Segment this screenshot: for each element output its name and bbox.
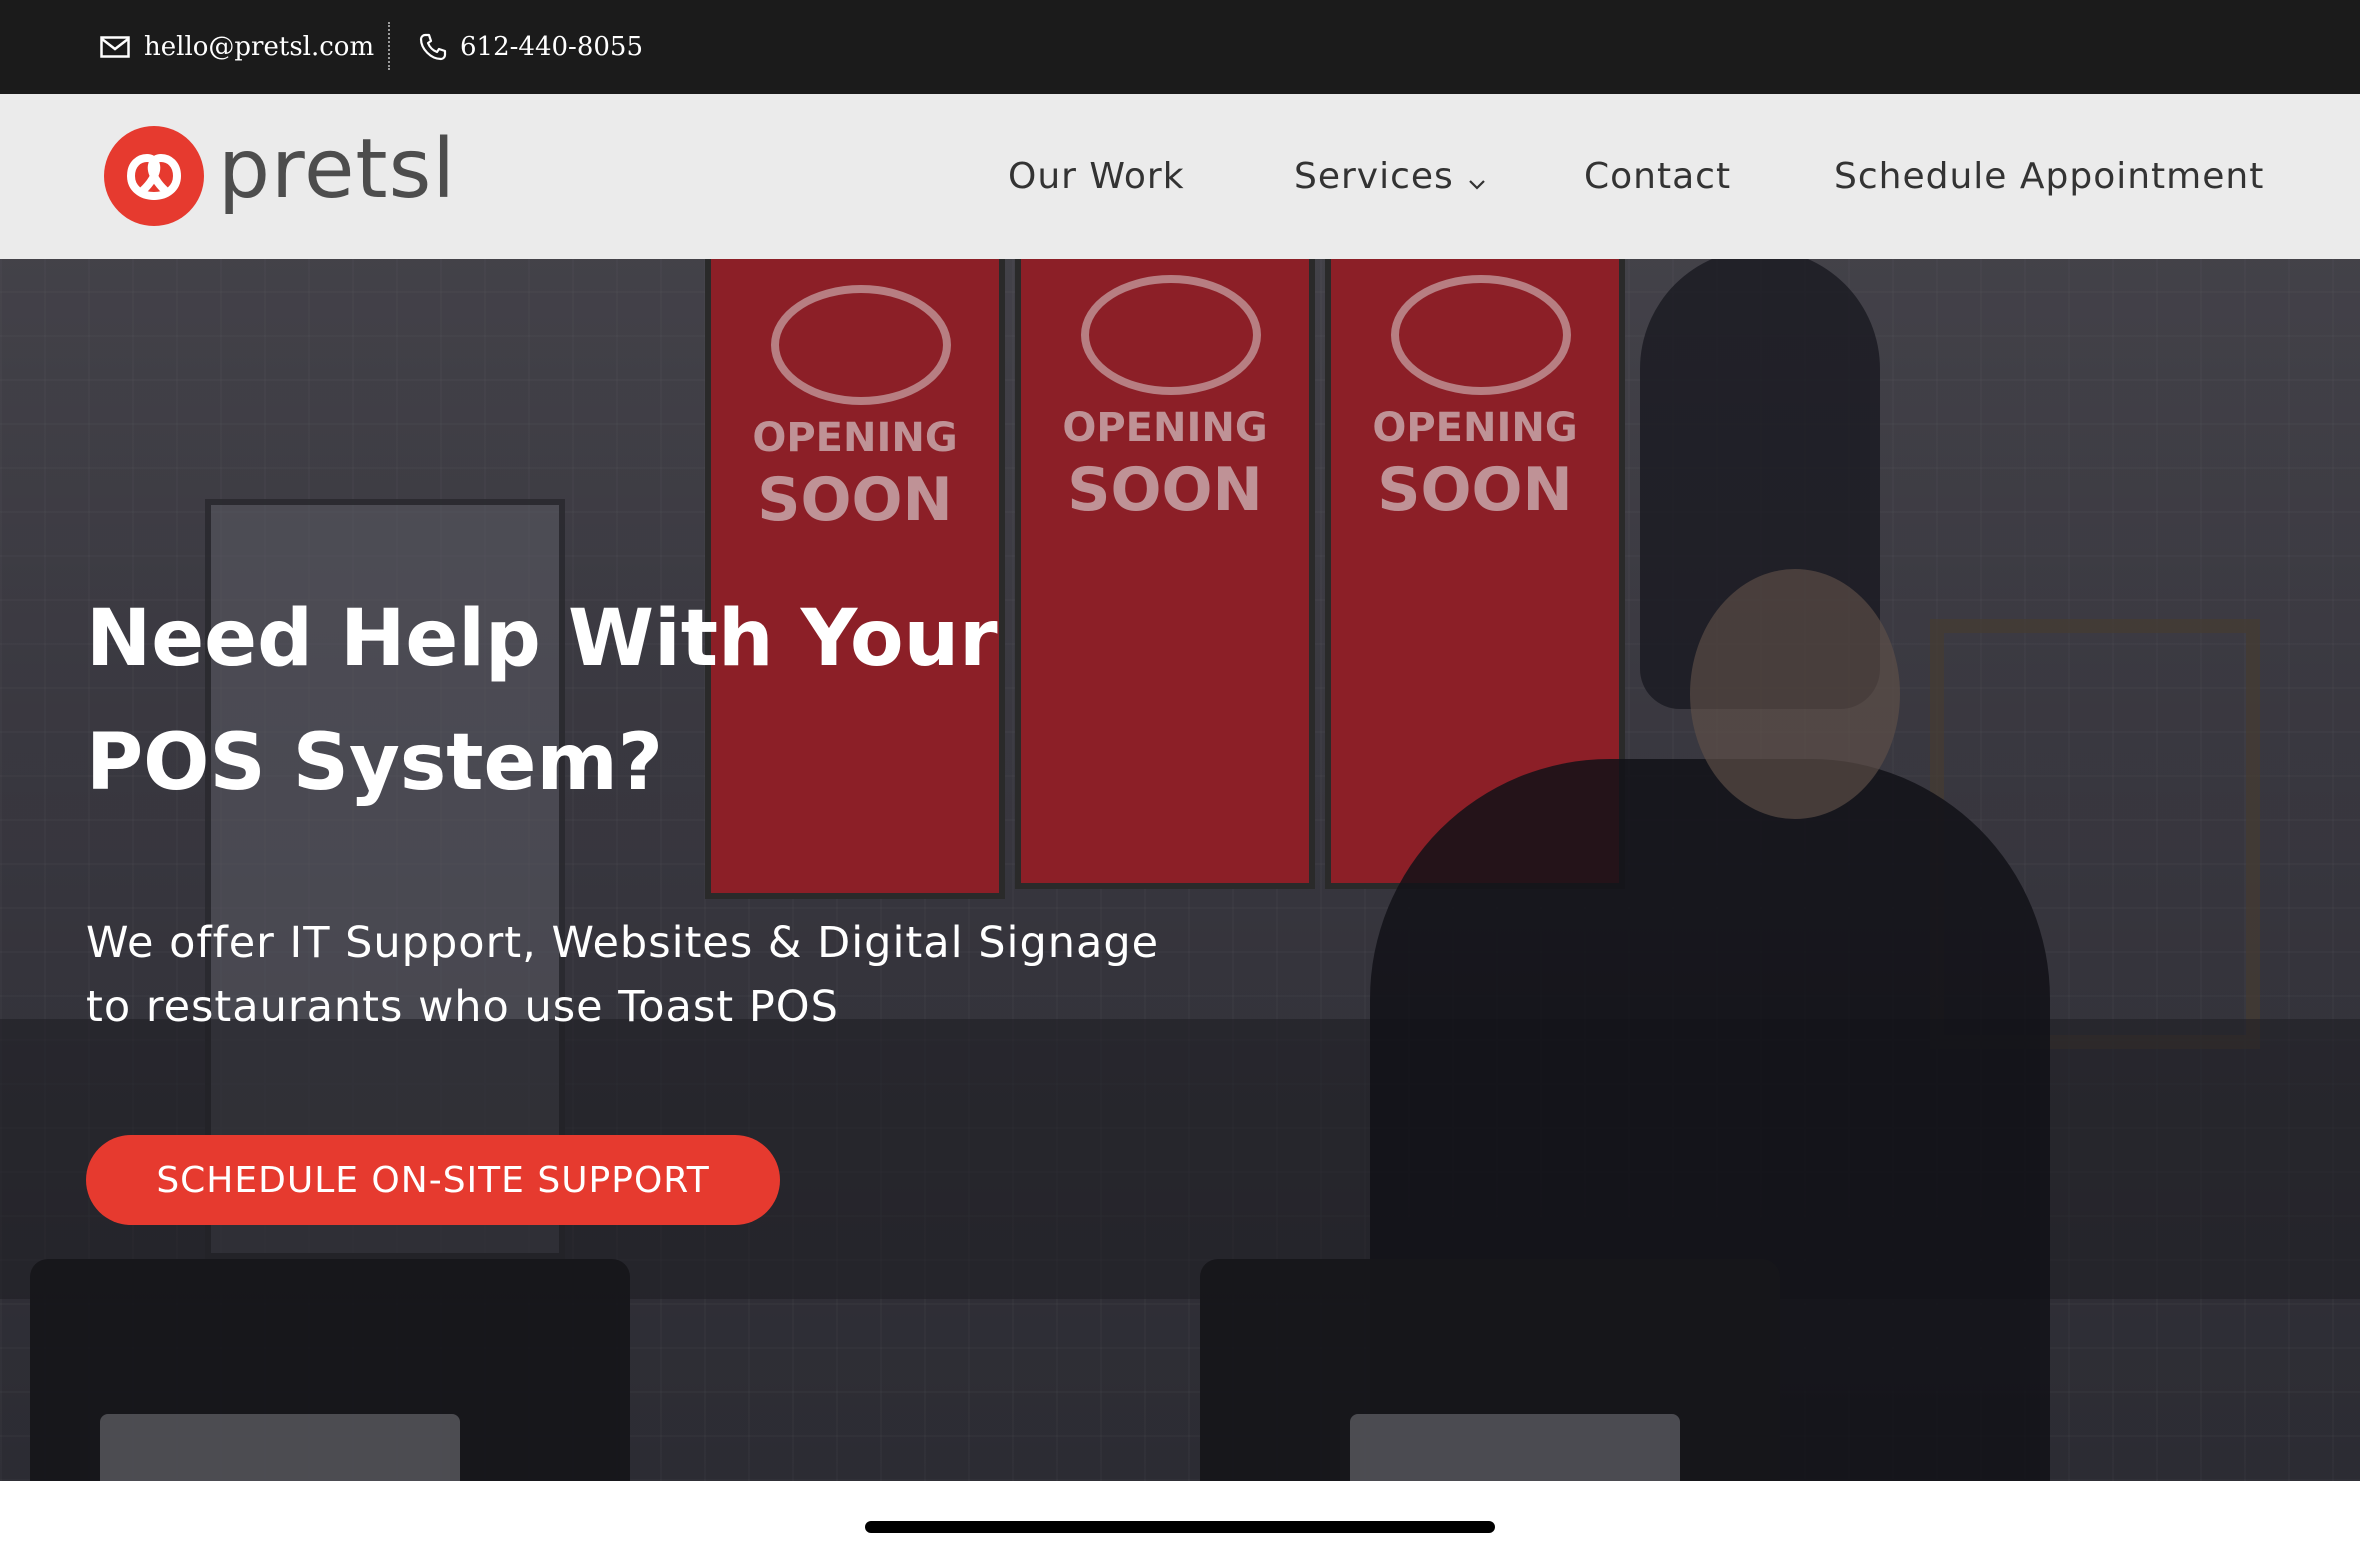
sign-line1: OPENING xyxy=(752,415,958,461)
sign-badge xyxy=(771,285,951,405)
hero-subtitle-line2: to restaurants who use Toast POS xyxy=(86,982,839,1032)
hero-bg-terminal-screen xyxy=(1350,1414,1680,1481)
pretsl-logo[interactable]: pretsl xyxy=(104,126,456,226)
nav-services[interactable]: Services xyxy=(1294,94,1486,259)
phone-text: 612-440-8055 xyxy=(460,32,643,62)
topbar-divider xyxy=(388,22,390,70)
site-header: pretsl Our Work Services Contact Schedul… xyxy=(0,94,2360,259)
sign-line2: SOON xyxy=(757,465,953,535)
mail-icon xyxy=(100,36,130,58)
top-contact-bar: hello@pretsl.com 612-440-8055 xyxy=(0,0,2360,94)
pretsl-logo-icon xyxy=(104,126,204,226)
hero-title-line1: Need Help With Your xyxy=(86,594,998,684)
phone-link[interactable]: 612-440-8055 xyxy=(418,0,643,94)
hero-bg-terminal-screen xyxy=(100,1414,460,1481)
email-link[interactable]: hello@pretsl.com xyxy=(100,0,374,94)
sign-badge xyxy=(1081,275,1261,395)
hero-subtitle: We offer IT Support, Websites & Digital … xyxy=(86,911,1286,1039)
schedule-on-site-support-button[interactable]: SCHEDULE ON-SITE SUPPORT xyxy=(86,1135,780,1225)
hero-title: Need Help With Your POS System? xyxy=(86,577,1136,825)
nav-services-label: Services xyxy=(1294,156,1454,197)
nav-schedule-appointment[interactable]: Schedule Appointment xyxy=(1834,94,2264,259)
sign-line2: SOON xyxy=(1377,455,1573,525)
email-text: hello@pretsl.com xyxy=(144,32,375,62)
home-indicator[interactable] xyxy=(865,1521,1495,1533)
sign-line1: OPENING xyxy=(1062,405,1268,451)
sign-badge xyxy=(1391,275,1571,395)
hero-subtitle-line1: We offer IT Support, Websites & Digital … xyxy=(86,918,1160,968)
logo-wordmark: pretsl xyxy=(218,122,457,217)
nav-contact[interactable]: Contact xyxy=(1584,94,1731,259)
nav-our-work[interactable]: Our Work xyxy=(1008,94,1185,259)
sign-line1: OPENING xyxy=(1372,405,1578,451)
sign-line2: SOON xyxy=(1067,455,1263,525)
page-bottom xyxy=(0,1481,2360,1549)
hero-bg-person-head xyxy=(1690,569,1900,819)
chevron-down-icon xyxy=(1468,159,1486,200)
hero-title-line2: POS System? xyxy=(86,718,663,808)
hero-section: OPENING SOON OPENING SOON OPENING SOON N… xyxy=(0,259,2360,1481)
phone-icon xyxy=(418,32,448,62)
